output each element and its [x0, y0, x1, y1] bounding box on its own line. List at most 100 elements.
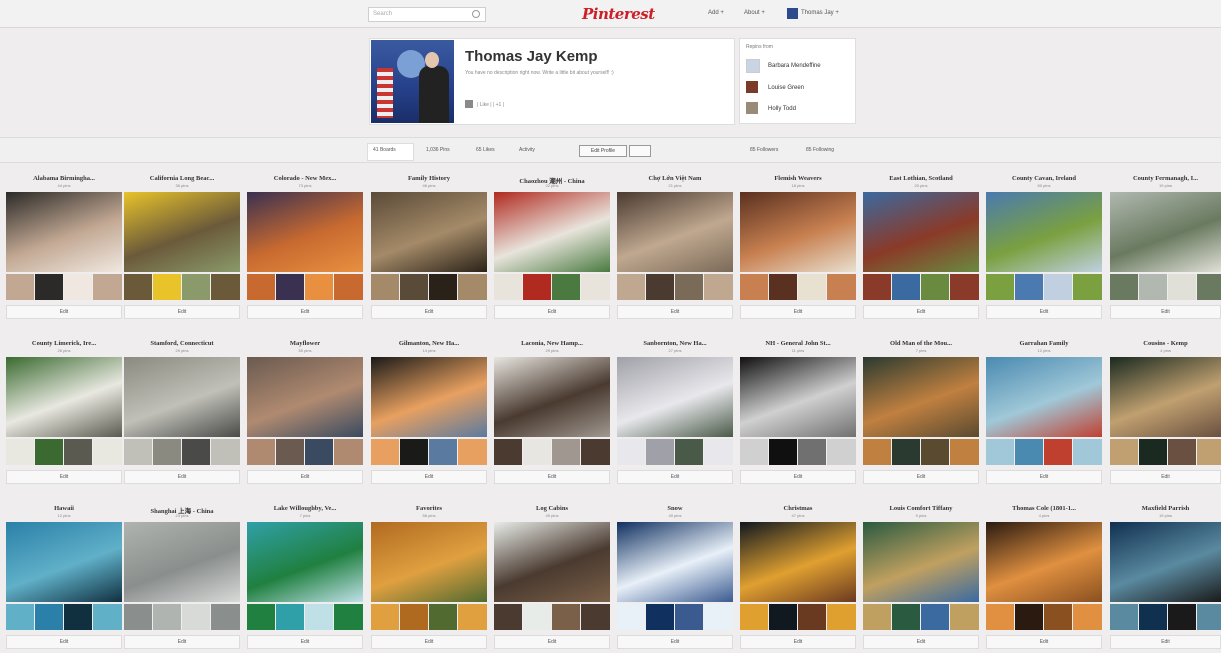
board-cover-image[interactable]: [986, 192, 1102, 272]
board-edit-button[interactable]: Edit: [124, 470, 240, 484]
board-edit-button[interactable]: Edit: [494, 635, 610, 649]
board-card[interactable]: California Long Beac... 36 pins Edit: [124, 175, 240, 323]
board-thumbnail[interactable]: [1015, 439, 1043, 465]
board-thumbnail[interactable]: [827, 439, 856, 465]
board-edit-button[interactable]: Edit: [247, 470, 363, 484]
board-card[interactable]: Flemish Weavers 18 pins Edit: [740, 175, 856, 323]
board-thumbnail[interactable]: [617, 274, 645, 300]
board-edit-button[interactable]: Edit: [1110, 635, 1221, 649]
board-thumbnail[interactable]: [552, 439, 580, 465]
board-edit-button[interactable]: Edit: [6, 305, 122, 319]
board-title[interactable]: Garrahan Family: [986, 340, 1102, 347]
board-cover-image[interactable]: [617, 192, 733, 272]
board-thumbnail[interactable]: [523, 604, 551, 630]
board-cover-image[interactable]: [494, 522, 610, 602]
board-thumbnail[interactable]: [182, 604, 210, 630]
board-thumbnail[interactable]: [458, 439, 487, 465]
board-edit-button[interactable]: Edit: [371, 470, 487, 484]
board-edit-button[interactable]: Edit: [617, 470, 733, 484]
board-thumbnail[interactable]: [305, 604, 333, 630]
board-edit-button[interactable]: Edit: [986, 635, 1102, 649]
board-thumbnail[interactable]: [1073, 439, 1102, 465]
board-card[interactable]: Mayflower 55 pins Edit: [247, 340, 363, 488]
board-thumbnail[interactable]: [6, 274, 34, 300]
board-cover-image[interactable]: [494, 357, 610, 437]
board-card[interactable]: Sanbornton, New Ha... 27 pins Edit: [617, 340, 733, 488]
board-thumbnail[interactable]: [827, 604, 856, 630]
board-thumbnail[interactable]: [124, 604, 152, 630]
board-title[interactable]: Log Cabins: [494, 505, 610, 512]
board-thumbnail[interactable]: [124, 274, 152, 300]
board-cover-image[interactable]: [1110, 357, 1221, 437]
board-thumbnail[interactable]: [1197, 604, 1221, 630]
board-thumbnail[interactable]: [400, 439, 428, 465]
board-thumbnail[interactable]: [371, 274, 399, 300]
board-thumbnail[interactable]: [400, 604, 428, 630]
board-edit-button[interactable]: Edit: [986, 305, 1102, 319]
board-thumbnail[interactable]: [704, 439, 733, 465]
board-thumbnail[interactable]: [211, 604, 240, 630]
board-thumbnail[interactable]: [798, 439, 826, 465]
board-thumbnail[interactable]: [182, 274, 210, 300]
board-thumbnail[interactable]: [675, 439, 703, 465]
board-title[interactable]: Favorites: [371, 505, 487, 512]
board-card[interactable]: Snow 49 pins Edit: [617, 505, 733, 653]
board-thumbnail[interactable]: [305, 274, 333, 300]
board-thumbnail[interactable]: [950, 274, 979, 300]
board-card[interactable]: Log Cabins 49 pins Edit: [494, 505, 610, 653]
board-card[interactable]: Chợ Lớn Việt Nam 21 pins Edit: [617, 175, 733, 323]
board-thumbnail[interactable]: [1044, 439, 1072, 465]
board-cover-image[interactable]: [1110, 192, 1221, 272]
board-title[interactable]: Colorado - New Mex...: [247, 175, 363, 182]
board-thumbnail[interactable]: [182, 439, 210, 465]
board-thumbnail[interactable]: [1139, 439, 1167, 465]
board-thumbnail[interactable]: [646, 604, 674, 630]
board-thumbnail[interactable]: [921, 274, 949, 300]
board-thumbnail[interactable]: [704, 604, 733, 630]
board-title[interactable]: East Lothian, Scotland: [863, 175, 979, 182]
board-edit-button[interactable]: Edit: [863, 635, 979, 649]
board-thumbnail[interactable]: [1168, 274, 1196, 300]
board-thumbnail[interactable]: [458, 274, 487, 300]
board-thumbnail[interactable]: [429, 439, 457, 465]
board-thumbnail[interactable]: [458, 604, 487, 630]
board-thumbnail[interactable]: [921, 439, 949, 465]
board-edit-button[interactable]: Edit: [740, 305, 856, 319]
tab-boards-label[interactable]: 41 Boards: [373, 147, 396, 153]
board-thumbnail[interactable]: [1110, 604, 1138, 630]
board-edit-button[interactable]: Edit: [1110, 470, 1221, 484]
board-edit-button[interactable]: Edit: [617, 305, 733, 319]
board-cover-image[interactable]: [740, 357, 856, 437]
board-card[interactable]: Old Man of the Mou... 7 pins Edit: [863, 340, 979, 488]
board-edit-button[interactable]: Edit: [494, 470, 610, 484]
following-link[interactable]: 85 Following: [806, 147, 834, 153]
board-card[interactable]: Family History 46 pins Edit: [371, 175, 487, 323]
board-thumbnail[interactable]: [646, 439, 674, 465]
board-cover-image[interactable]: [371, 357, 487, 437]
board-title[interactable]: Hawaii: [6, 505, 122, 512]
board-thumbnail[interactable]: [35, 274, 63, 300]
board-thumbnail[interactable]: [276, 604, 304, 630]
board-thumbnail[interactable]: [1073, 274, 1102, 300]
board-thumbnail[interactable]: [704, 274, 733, 300]
board-edit-button[interactable]: Edit: [1110, 305, 1221, 319]
board-thumbnail[interactable]: [863, 274, 891, 300]
board-edit-button[interactable]: Edit: [247, 305, 363, 319]
board-thumbnail[interactable]: [617, 439, 645, 465]
eye-icon[interactable]: [629, 145, 651, 157]
board-card[interactable]: East Lothian, Scotland 20 pins Edit: [863, 175, 979, 323]
board-thumbnail[interactable]: [429, 604, 457, 630]
followers-link[interactable]: 85 Followers: [750, 147, 778, 153]
board-title[interactable]: Christmas: [740, 505, 856, 512]
edit-profile-button[interactable]: Edit Profile: [579, 145, 627, 157]
board-cover-image[interactable]: [740, 522, 856, 602]
board-cover-image[interactable]: [371, 522, 487, 602]
board-thumbnail[interactable]: [247, 439, 275, 465]
board-cover-image[interactable]: [986, 357, 1102, 437]
board-thumbnail[interactable]: [892, 439, 920, 465]
board-title[interactable]: County Fermanagh, I...: [1110, 175, 1221, 182]
board-card[interactable]: County Cavan, Ireland 50 pins Edit: [986, 175, 1102, 323]
board-thumbnail[interactable]: [93, 439, 122, 465]
board-thumbnail[interactable]: [740, 604, 768, 630]
board-thumbnail[interactable]: [892, 604, 920, 630]
